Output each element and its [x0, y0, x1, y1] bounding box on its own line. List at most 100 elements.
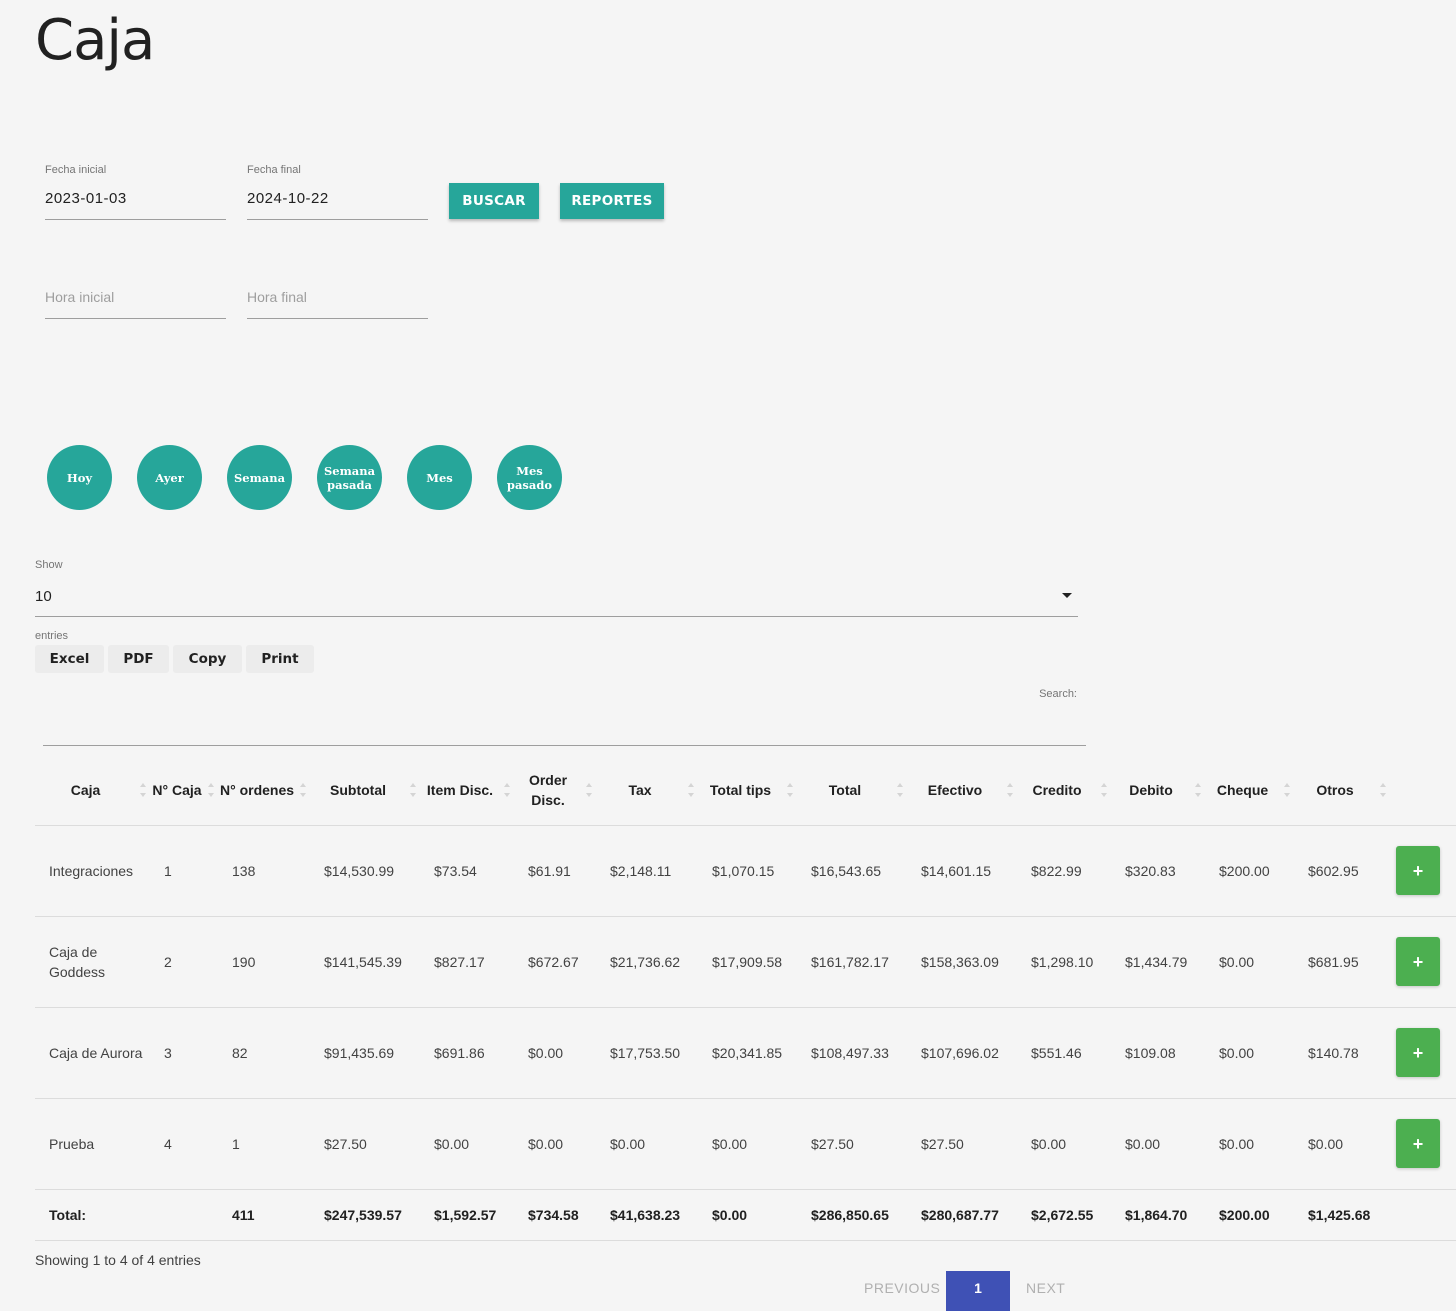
sort-icon: [586, 782, 592, 797]
total-cell-subtotal: $247,539.57: [310, 1189, 420, 1241]
cell-cheque: $0.00: [1205, 1007, 1294, 1099]
pagination-page-1[interactable]: 1: [946, 1271, 1010, 1311]
cell-order-disc: $672.67: [514, 916, 596, 1008]
sort-icon: [897, 782, 903, 797]
column-header-cheque[interactable]: Cheque: [1205, 755, 1294, 826]
start-date-field[interactable]: Fecha inicial 2023-01-03: [45, 164, 226, 220]
cell-debito: $109.08: [1111, 1007, 1205, 1099]
range-last-week-button[interactable]: Semana pasada: [317, 445, 382, 510]
sort-icon: [300, 782, 306, 797]
cell-total: $161,782.17: [797, 916, 907, 1008]
table-row: Prueba 4 1 $27.50 $0.00 $0.00 $0.00 $0.00 $27.50…: [35, 1098, 1456, 1190]
sort-icon: [504, 782, 510, 797]
cell-cheque: $200.00: [1205, 825, 1294, 917]
range-month-button[interactable]: Mes: [407, 445, 472, 510]
cell-subtotal: $14,530.99: [310, 825, 420, 917]
cell-total-tips: $20,341.85: [698, 1007, 797, 1099]
cell-cheque: $0.00: [1205, 916, 1294, 1008]
column-header-debito[interactable]: Debito: [1111, 755, 1205, 826]
start-time-field[interactable]: Hora inicial: [45, 273, 226, 319]
cell-order-disc: $0.00: [514, 1098, 596, 1190]
cell-actions: +: [1390, 916, 1456, 1008]
end-time-field[interactable]: Hora final: [247, 273, 428, 319]
total-cell-total: $286,850.65: [797, 1189, 907, 1241]
end-date-value: 2024-10-22: [247, 190, 329, 207]
cell-n-caja: 3: [150, 1007, 218, 1099]
column-header-order-disc[interactable]: Order Disc.: [514, 755, 596, 826]
range-yesterday-button[interactable]: Ayer: [137, 445, 202, 510]
column-header-n-ordenes[interactable]: N° ordenes: [218, 755, 310, 826]
column-header-caja[interactable]: Caja: [35, 755, 150, 826]
cell-item-disc: $691.86: [420, 1007, 514, 1099]
cell-caja: Integraciones: [35, 825, 150, 917]
cell-debito: $1,434.79: [1111, 916, 1205, 1008]
cell-total-tips: $1,070.15: [698, 825, 797, 917]
sort-icon: [688, 782, 694, 797]
cell-otros: $602.95: [1294, 825, 1390, 917]
total-cell-total-tips: $0.00: [698, 1189, 797, 1241]
total-cell-caja: Total:: [35, 1189, 150, 1241]
column-header-actions[interactable]: [1390, 755, 1456, 826]
pagination-previous[interactable]: PREVIOUS: [864, 1280, 940, 1296]
cell-credito: $551.46: [1017, 1007, 1111, 1099]
cell-efectivo: $27.50: [907, 1098, 1017, 1190]
end-date-label: Fecha final: [247, 164, 301, 176]
cell-otros: $681.95: [1294, 916, 1390, 1008]
cell-tax: $21,736.62: [596, 916, 698, 1008]
sort-icon: [1284, 782, 1290, 797]
cell-credito: $822.99: [1017, 825, 1111, 917]
cell-n-ordenes: 1: [218, 1098, 310, 1190]
sort-icon: [1195, 782, 1201, 797]
sort-icon: [787, 782, 793, 797]
cell-efectivo: $158,363.09: [907, 916, 1017, 1008]
cell-n-caja: 2: [150, 916, 218, 1008]
cell-item-disc: $73.54: [420, 825, 514, 917]
start-time-placeholder: Hora inicial: [45, 289, 115, 305]
total-cell-tax: $41,638.23: [596, 1189, 698, 1241]
show-label: Show: [35, 559, 63, 571]
reports-button[interactable]: REPORTES: [560, 183, 664, 219]
end-date-field[interactable]: Fecha final 2024-10-22: [247, 164, 428, 220]
column-header-subtotal[interactable]: Subtotal: [310, 755, 420, 826]
export-pdf-button[interactable]: PDF: [108, 645, 169, 673]
range-today-button[interactable]: Hoy: [47, 445, 112, 510]
cell-item-disc: $0.00: [420, 1098, 514, 1190]
column-header-total-tips[interactable]: Total tips: [698, 755, 797, 826]
range-last-month-button[interactable]: Mes pasado: [497, 445, 562, 510]
range-week-button[interactable]: Semana: [227, 445, 292, 510]
column-header-item-disc[interactable]: Item Disc.: [420, 755, 514, 826]
cash-register-table: Caja N° Caja N° ordenes Subtotal Item Di…: [35, 755, 1456, 1241]
total-cell-otros: $1,425.68: [1294, 1189, 1390, 1241]
column-header-efectivo[interactable]: Efectivo: [907, 755, 1017, 826]
totals-row: Total: 411 $247,539.57 $1,592.57 $734.58 $41,…: [35, 1189, 1456, 1241]
cell-subtotal: $141,545.39: [310, 916, 420, 1008]
pagination-next[interactable]: NEXT: [1026, 1280, 1065, 1296]
sort-icon: [1007, 782, 1013, 797]
total-cell-n-caja: [150, 1189, 218, 1241]
search-input[interactable]: [43, 705, 1086, 746]
column-header-otros[interactable]: Otros: [1294, 755, 1390, 826]
cell-efectivo: $107,696.02: [907, 1007, 1017, 1099]
column-header-total[interactable]: Total: [797, 755, 907, 826]
row-add-button[interactable]: +: [1396, 1119, 1440, 1168]
cell-subtotal: $91,435.69: [310, 1007, 420, 1099]
row-add-button[interactable]: +: [1396, 1028, 1440, 1077]
row-add-button[interactable]: +: [1396, 846, 1440, 895]
cell-n-ordenes: 190: [218, 916, 310, 1008]
search-label: Search:: [1039, 688, 1077, 700]
cell-caja: Caja de Goddess: [35, 916, 150, 1008]
search-button[interactable]: BUSCAR: [449, 183, 539, 219]
page-size-select[interactable]: 10: [35, 580, 1078, 617]
export-excel-button[interactable]: Excel: [35, 645, 104, 673]
export-copy-button[interactable]: Copy: [173, 645, 242, 673]
cell-credito: $1,298.10: [1017, 916, 1111, 1008]
sort-icon: [1380, 782, 1386, 797]
column-header-n-caja[interactable]: N° Caja: [150, 755, 218, 826]
start-date-label: Fecha inicial: [45, 164, 107, 176]
end-time-placeholder: Hora final: [247, 289, 307, 305]
column-header-credito[interactable]: Credito: [1017, 755, 1111, 826]
row-add-button[interactable]: +: [1396, 937, 1440, 986]
export-print-button[interactable]: Print: [246, 645, 314, 673]
column-header-tax[interactable]: Tax: [596, 755, 698, 826]
cell-debito: $320.83: [1111, 825, 1205, 917]
